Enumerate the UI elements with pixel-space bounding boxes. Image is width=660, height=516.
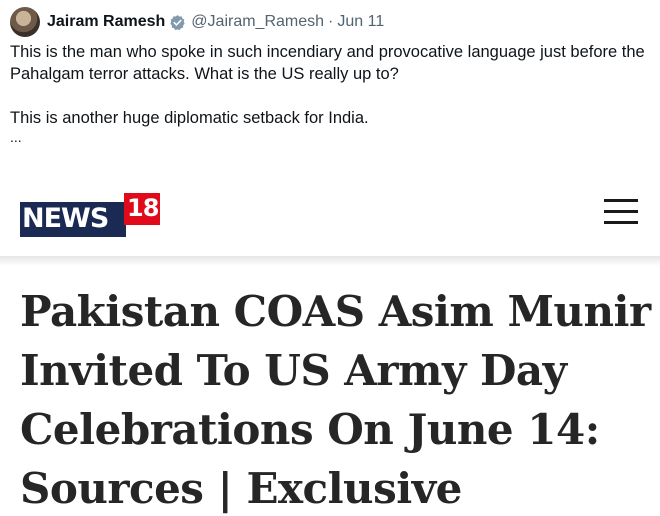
author-name[interactable]: Jairam Ramesh [47,13,165,31]
tweet-date[interactable]: Jun 11 [337,13,384,31]
headline-line: Sources | Exclusive [20,464,462,513]
show-more-ellipsis[interactable]: ... [10,129,650,145]
separator-dot: · [328,13,334,30]
article-headline[interactable]: Pakistan COAS Asim Munir Invited To US A… [20,282,651,516]
header-shadow-divider [0,256,660,266]
headline-line: Pakistan COAS Asim Munir [20,287,651,336]
verified-badge-icon [170,14,185,30]
tweet-text: This is the man who spoke in such incend… [10,41,650,145]
headline-line: Invited To US Army Day [20,346,567,395]
headline-line: Celebrations On June 14: [20,405,600,454]
tweet-paragraph: This is another huge diplomatic setback … [10,109,369,127]
logo-wordmark: NEWS [22,203,109,234]
author-handle[interactable]: @Jairam_Ramesh [191,13,324,31]
news18-logo[interactable]: NEWS 18 [20,193,160,237]
logo-number: 18 [127,194,159,222]
tweet-header: Jairam Ramesh @Jairam_Ramesh · Jun 11 [10,7,384,37]
tweet-paragraph: This is the man who spoke in such incend… [10,43,645,83]
hamburger-menu-icon[interactable] [604,199,638,225]
avatar[interactable] [10,7,40,37]
